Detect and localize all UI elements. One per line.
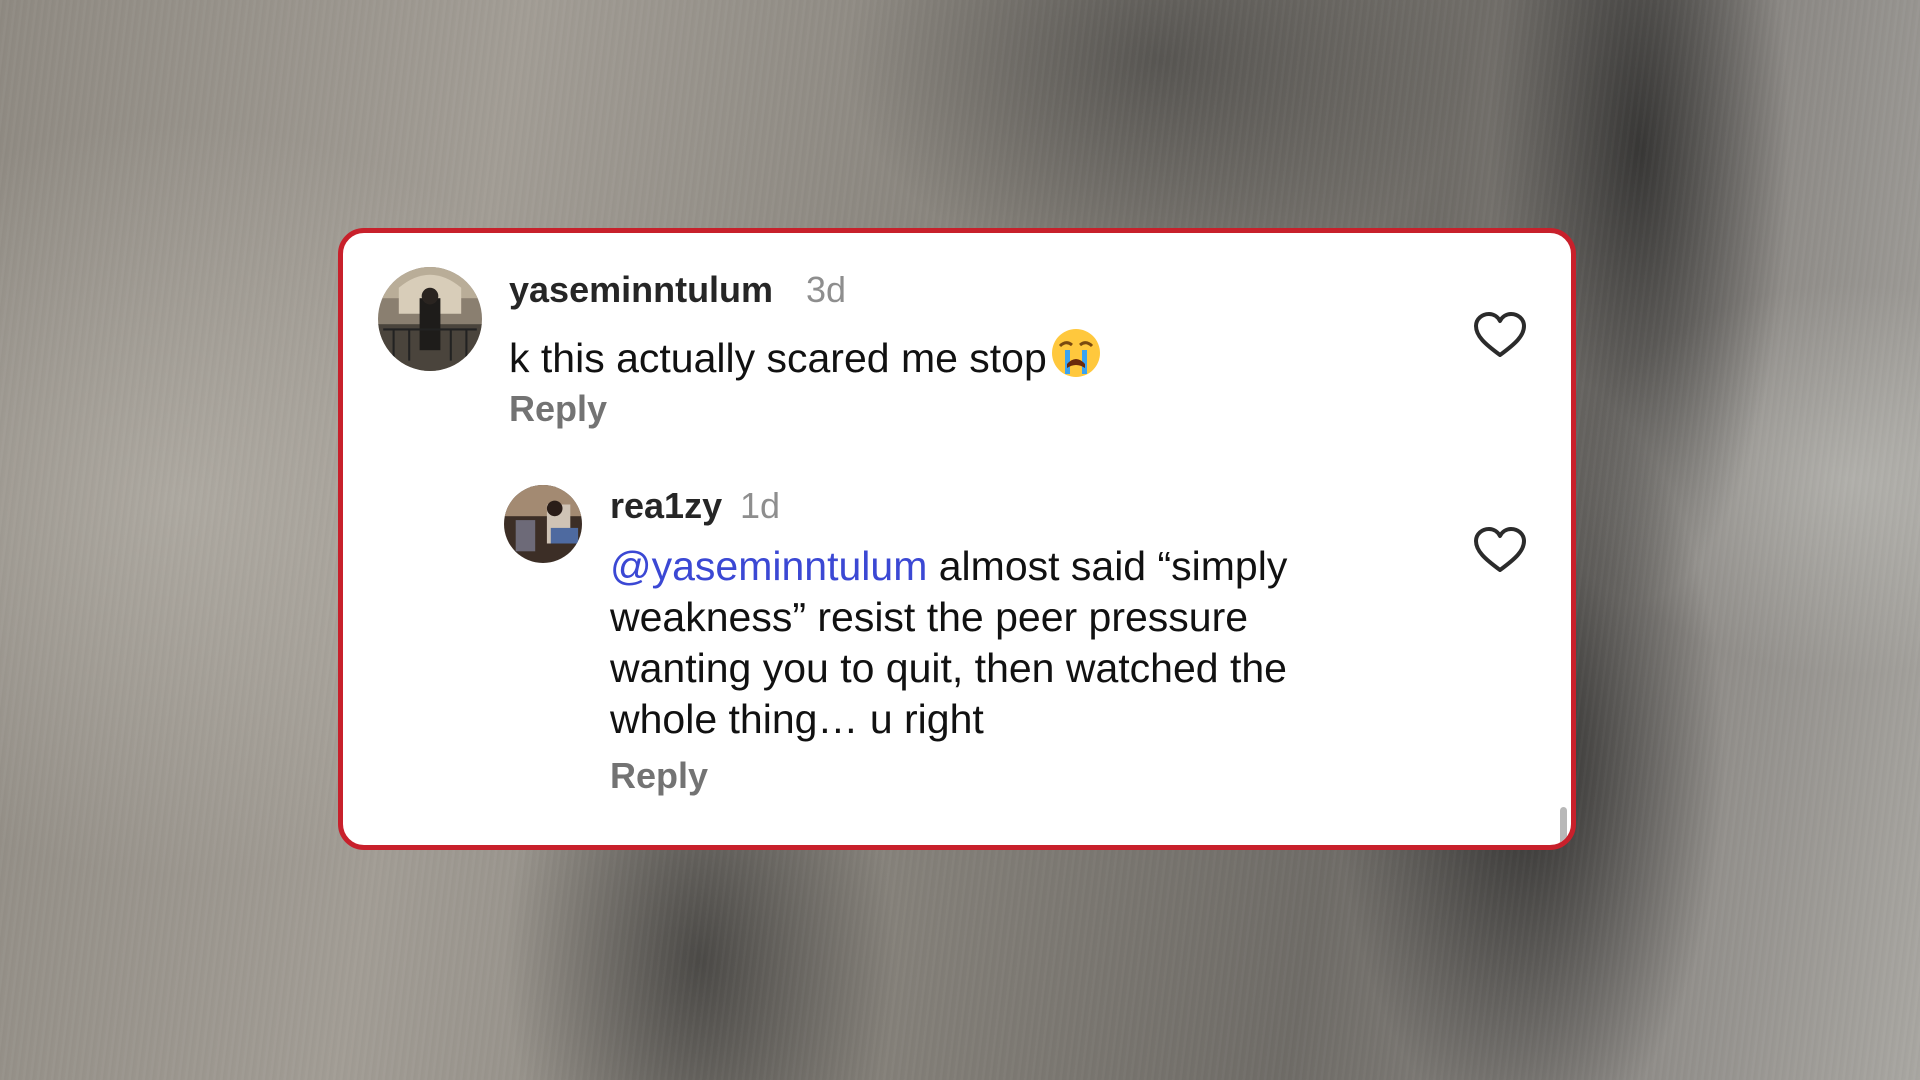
comment-text-content: k this actually scared me stop bbox=[509, 335, 1047, 381]
comment-text: k this actually scared me stop bbox=[509, 326, 1103, 384]
reply-button[interactable]: Reply bbox=[509, 388, 607, 430]
comment-timestamp: 3d bbox=[806, 269, 847, 310]
comment-text: @yaseminntulum almost said “simply weakn… bbox=[610, 541, 1430, 745]
comment-text-line: whole thing… u right bbox=[610, 696, 984, 742]
like-heart-icon[interactable] bbox=[1473, 311, 1527, 359]
mention-link[interactable]: @yaseminntulum bbox=[610, 543, 927, 589]
comment-username[interactable]: rea1zy bbox=[610, 485, 722, 527]
comment-timestamp: 1d bbox=[740, 485, 781, 526]
comment-text-line: wanting you to quit, then watched the bbox=[610, 645, 1287, 691]
loudly-crying-face-icon bbox=[1049, 326, 1103, 380]
comment-text-content: almost said “simply bbox=[927, 543, 1288, 589]
comment-text-line: @yaseminntulum almost said “simply bbox=[610, 541, 1430, 592]
like-heart-icon[interactable] bbox=[1473, 526, 1527, 574]
avatar[interactable] bbox=[378, 267, 482, 371]
avatar[interactable] bbox=[504, 485, 582, 563]
reply-button[interactable]: Reply bbox=[610, 755, 708, 797]
comment-text-line: weakness” resist the peer pressure bbox=[610, 594, 1249, 640]
comment-username[interactable]: yaseminntulum bbox=[509, 269, 773, 311]
comment-card: yaseminntulum 3d k this actually scared … bbox=[338, 228, 1576, 850]
scrollbar[interactable] bbox=[1560, 807, 1567, 845]
